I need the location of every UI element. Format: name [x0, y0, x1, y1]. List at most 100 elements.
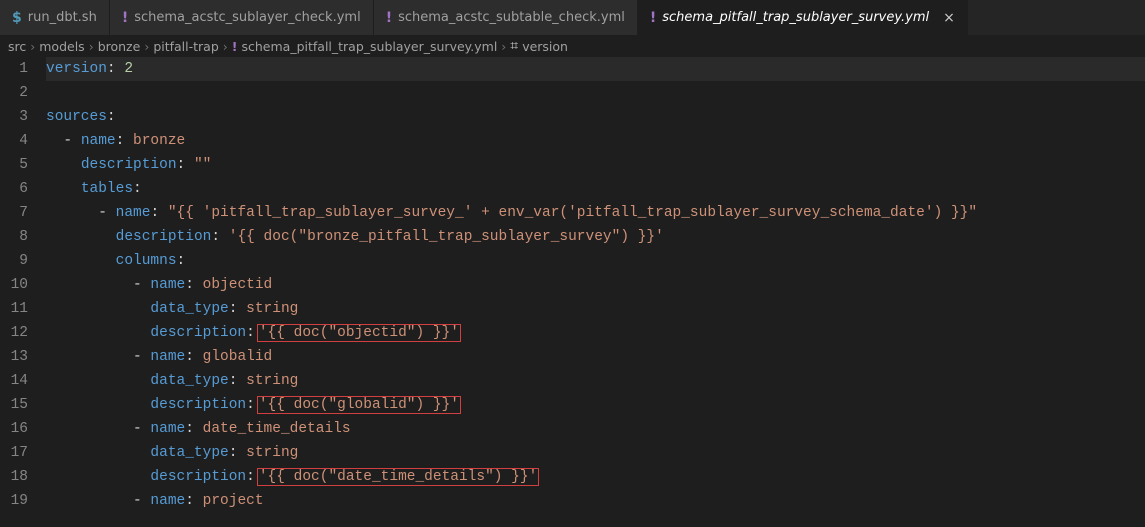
chevron-right-icon: ›	[223, 39, 228, 54]
token-p: -	[98, 205, 115, 221]
token-p: -	[133, 493, 150, 509]
line-number: 4	[0, 129, 28, 153]
token-s: objectid	[203, 277, 273, 293]
token-s: string	[246, 301, 298, 317]
code-line[interactable]: - name: objectid	[46, 273, 1145, 297]
code-line[interactable]: - name: date_time_details	[46, 417, 1145, 441]
token-s: ""	[194, 157, 211, 173]
code-line[interactable]: data_type: string	[46, 441, 1145, 465]
token-p: :	[185, 493, 202, 509]
code-line[interactable]: description: ""	[46, 153, 1145, 177]
token-k: columns	[116, 253, 177, 269]
token-p: :	[246, 397, 255, 413]
line-number: 10	[0, 273, 28, 297]
token-p: :	[229, 445, 246, 461]
token-s: project	[203, 493, 264, 509]
code-line[interactable]	[46, 81, 1145, 105]
token-k: tables	[81, 181, 133, 197]
chevron-right-icon: ›	[501, 39, 506, 54]
token-k: name	[81, 133, 116, 149]
code-line[interactable]: version: 2	[46, 57, 1145, 81]
line-number: 13	[0, 345, 28, 369]
line-number: 18	[0, 465, 28, 489]
token-p: :	[185, 421, 202, 437]
token-k: name	[150, 493, 185, 509]
breadcrumb-segment[interactable]: models	[39, 39, 84, 54]
code-line[interactable]: description:'{{ doc("objectid") }}'	[46, 321, 1145, 345]
line-number: 15	[0, 393, 28, 417]
yaml-file-icon: !	[232, 39, 238, 54]
breadcrumb-segment[interactable]: bronze	[98, 39, 141, 54]
token-p: -	[133, 421, 150, 437]
code-line[interactable]: data_type: string	[46, 369, 1145, 393]
chevron-right-icon: ›	[30, 39, 35, 54]
code-line[interactable]: - name: globalid	[46, 345, 1145, 369]
token-s: '{{ doc("globalid") }}'	[257, 396, 461, 414]
token-p: :	[107, 61, 124, 77]
line-number-gutter: 12345678910111213141516171819	[0, 57, 46, 513]
breadcrumb-segment[interactable]: src	[8, 39, 26, 54]
chevron-right-icon: ›	[89, 39, 94, 54]
symbol-icon: ⌗	[510, 38, 518, 54]
token-k: description	[150, 469, 246, 485]
line-number: 16	[0, 417, 28, 441]
token-p: :	[246, 469, 255, 485]
line-number: 17	[0, 441, 28, 465]
token-s: '{{ doc("date_time_details") }}'	[257, 468, 539, 486]
token-s: string	[246, 373, 298, 389]
token-p: :	[211, 229, 228, 245]
token-k: name	[116, 205, 151, 221]
token-n: 2	[124, 61, 133, 77]
tab-label: schema_pitfall_trap_sublayer_survey.yml	[662, 10, 929, 25]
token-k: description	[150, 325, 246, 341]
token-k: sources	[46, 109, 107, 125]
code-line[interactable]: tables:	[46, 177, 1145, 201]
breadcrumb[interactable]: src›models›bronze›pitfall-trap›!schema_p…	[0, 35, 1145, 57]
code-line[interactable]: description:'{{ doc("globalid") }}'	[46, 393, 1145, 417]
tab-label: schema_acstc_sublayer_check.yml	[134, 10, 360, 25]
chevron-right-icon: ›	[144, 39, 149, 54]
token-k: description	[81, 157, 177, 173]
code-line[interactable]: description: '{{ doc("bronze_pitfall_tra…	[46, 225, 1145, 249]
tab-1[interactable]: ! schema_acstc_sublayer_check.yml	[110, 0, 374, 35]
line-number: 7	[0, 201, 28, 225]
token-k: data_type	[150, 301, 228, 317]
tab-3[interactable]: !schema_pitfall_trap_sublayer_survey.yml…	[638, 0, 968, 35]
editor[interactable]: 12345678910111213141516171819 version: 2…	[0, 57, 1145, 513]
yaml-file-icon: !	[122, 10, 128, 26]
token-k: version	[46, 61, 107, 77]
line-number: 12	[0, 321, 28, 345]
token-s: "{{ 'pitfall_trap_sublayer_survey_' + en…	[168, 205, 977, 221]
tab-label: schema_acstc_subtable_check.yml	[398, 10, 625, 25]
line-number: 2	[0, 81, 28, 105]
code-line[interactable]: columns:	[46, 249, 1145, 273]
token-s: '{{ doc("objectid") }}'	[257, 324, 461, 342]
tab-0[interactable]: $run_dbt.sh	[0, 0, 110, 35]
breadcrumb-file[interactable]: schema_pitfall_trap_sublayer_survey.yml	[241, 39, 497, 54]
code-line[interactable]: data_type: string	[46, 297, 1145, 321]
token-k: name	[150, 349, 185, 365]
token-k: data_type	[150, 445, 228, 461]
code-line[interactable]: - name: bronze	[46, 129, 1145, 153]
token-p: :	[177, 157, 194, 173]
token-k: name	[150, 421, 185, 437]
token-k: description	[150, 397, 246, 413]
code-line[interactable]: description:'{{ doc("date_time_details")…	[46, 465, 1145, 489]
token-p: :	[133, 181, 142, 197]
line-number: 9	[0, 249, 28, 273]
code-line[interactable]: - name: project	[46, 489, 1145, 513]
breadcrumb-symbol[interactable]: version	[522, 39, 568, 54]
token-k: data_type	[150, 373, 228, 389]
line-number: 19	[0, 489, 28, 513]
token-p: -	[133, 277, 150, 293]
token-k: description	[116, 229, 212, 245]
code-content[interactable]: version: 2 sources: - name: bronze descri…	[46, 57, 1145, 513]
close-icon[interactable]: ×	[943, 10, 955, 26]
code-line[interactable]: sources:	[46, 105, 1145, 129]
tab-2[interactable]: !schema_acstc_subtable_check.yml	[374, 0, 638, 35]
breadcrumb-segment[interactable]: pitfall-trap	[153, 39, 218, 54]
token-s: bronze	[133, 133, 185, 149]
line-number: 1	[0, 57, 28, 81]
token-p: :	[229, 373, 246, 389]
code-line[interactable]: - name: "{{ 'pitfall_trap_sublayer_surve…	[46, 201, 1145, 225]
